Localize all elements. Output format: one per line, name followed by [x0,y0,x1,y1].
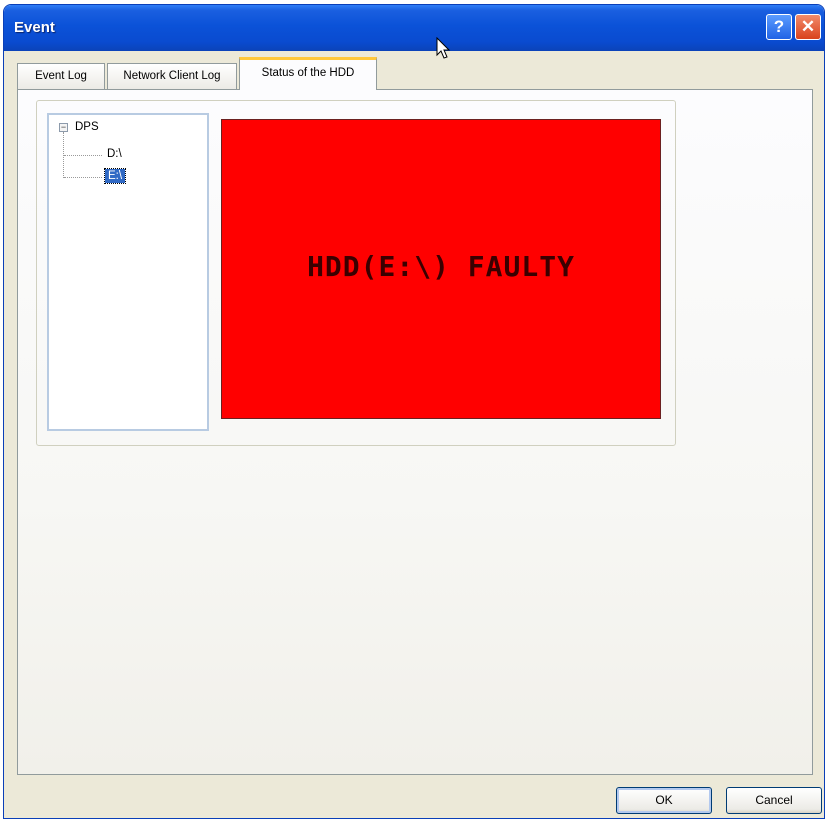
ok-button[interactable]: OK [616,787,712,814]
cancel-button[interactable]: Cancel [726,787,822,814]
tab-network-client-log[interactable]: Network Client Log [107,63,237,89]
tree-connector-line [64,177,102,178]
window-title: Event [14,19,55,36]
event-dialog: Event ? ✕ Event Log Network Client Log S… [3,4,825,819]
tree-node-drive-e[interactable]: E:\ [103,168,127,184]
close-button[interactable]: ✕ [795,14,821,40]
tab-panel-status-of-the-hdd: − DPS D:\ E:\ HDD(E:\) FAULTY [17,89,813,775]
tree-node-drive-d[interactable]: D:\ [105,147,124,161]
help-button[interactable]: ? [766,14,792,40]
title-bar[interactable]: Event ? ✕ [4,5,824,51]
tab-status-of-the-hdd[interactable]: Status of the HDD [239,57,377,90]
tree-node-dps[interactable]: DPS [73,120,101,134]
mouse-cursor-icon [436,37,451,59]
hdd-status-group: − DPS D:\ E:\ HDD(E:\) FAULTY [36,100,676,446]
tab-event-log[interactable]: Event Log [17,63,105,89]
tree-connector-line [64,155,102,156]
tree-collapse-icon[interactable]: − [59,123,68,132]
hdd-status-indicator: HDD(E:\) FAULTY [221,119,661,419]
hdd-status-message: HDD(E:\) FAULTY [307,250,575,283]
disk-tree-view[interactable]: − DPS D:\ E:\ [47,113,209,431]
